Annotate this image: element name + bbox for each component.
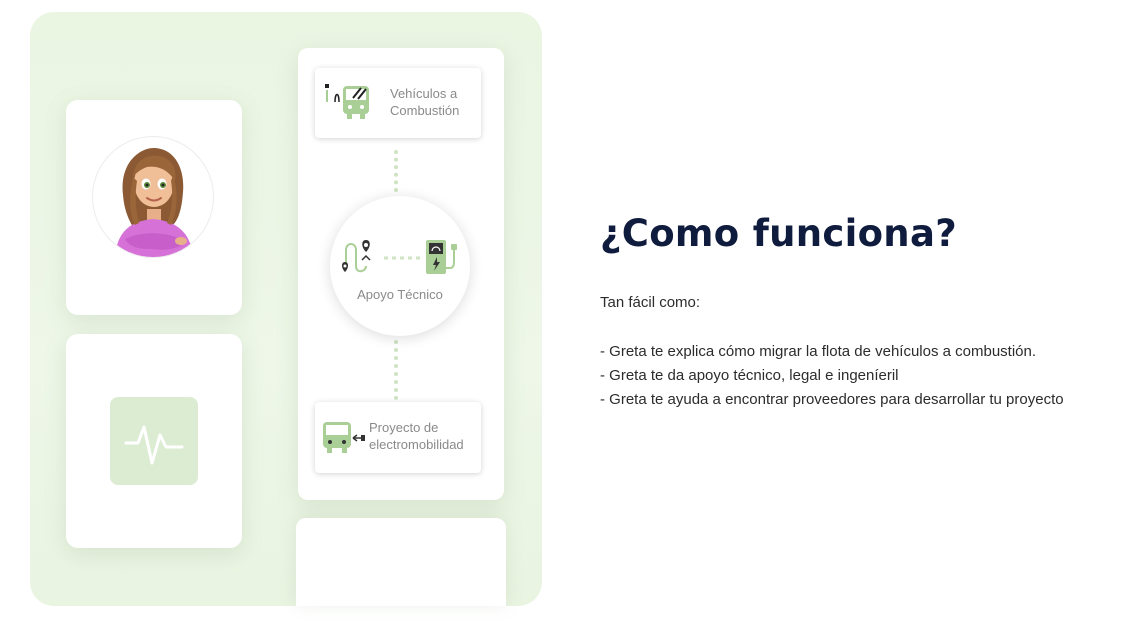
connector-dots-bottom bbox=[394, 340, 402, 400]
combustion-bus-icon bbox=[325, 84, 369, 119]
avatar bbox=[92, 136, 214, 258]
flow-card-secondary bbox=[296, 518, 506, 606]
section-heading: ¿Como funciona? bbox=[600, 212, 957, 255]
electric-bus-icon bbox=[323, 422, 365, 453]
step-top-label-line2: Combustión bbox=[390, 103, 460, 118]
step-bottom-label-line2: electromobilidad bbox=[369, 437, 464, 452]
ev-charger-icon bbox=[426, 240, 457, 274]
step-combustion-vehicles: Vehículos a Combustión bbox=[315, 68, 481, 138]
step-top-label-line1: Vehículos a bbox=[390, 86, 458, 101]
pulse-tile bbox=[110, 397, 198, 485]
connector-dots-top bbox=[394, 150, 402, 192]
intro-text: Tan fácil como: bbox=[600, 294, 701, 311]
step-technical-support: Apoyo Técnico bbox=[330, 196, 470, 336]
step-middle-label: Apoyo Técnico bbox=[357, 287, 443, 302]
woman-avatar-icon bbox=[115, 147, 193, 257]
avatar-card bbox=[66, 100, 242, 315]
pulse-card bbox=[66, 334, 242, 548]
bullet-3: - Greta te ayuda a encontrar proveedores… bbox=[600, 391, 1064, 408]
pulse-icon bbox=[124, 425, 184, 465]
step-bottom-label-line1: Proyecto de bbox=[369, 420, 439, 435]
bullet-2: - Greta te da apoyo técnico, legal e ing… bbox=[600, 367, 899, 384]
step-electromobility-project: Proyecto de electromobilidad bbox=[315, 402, 481, 473]
bullet-1: - Greta te explica cómo migrar la flota … bbox=[600, 343, 1037, 360]
